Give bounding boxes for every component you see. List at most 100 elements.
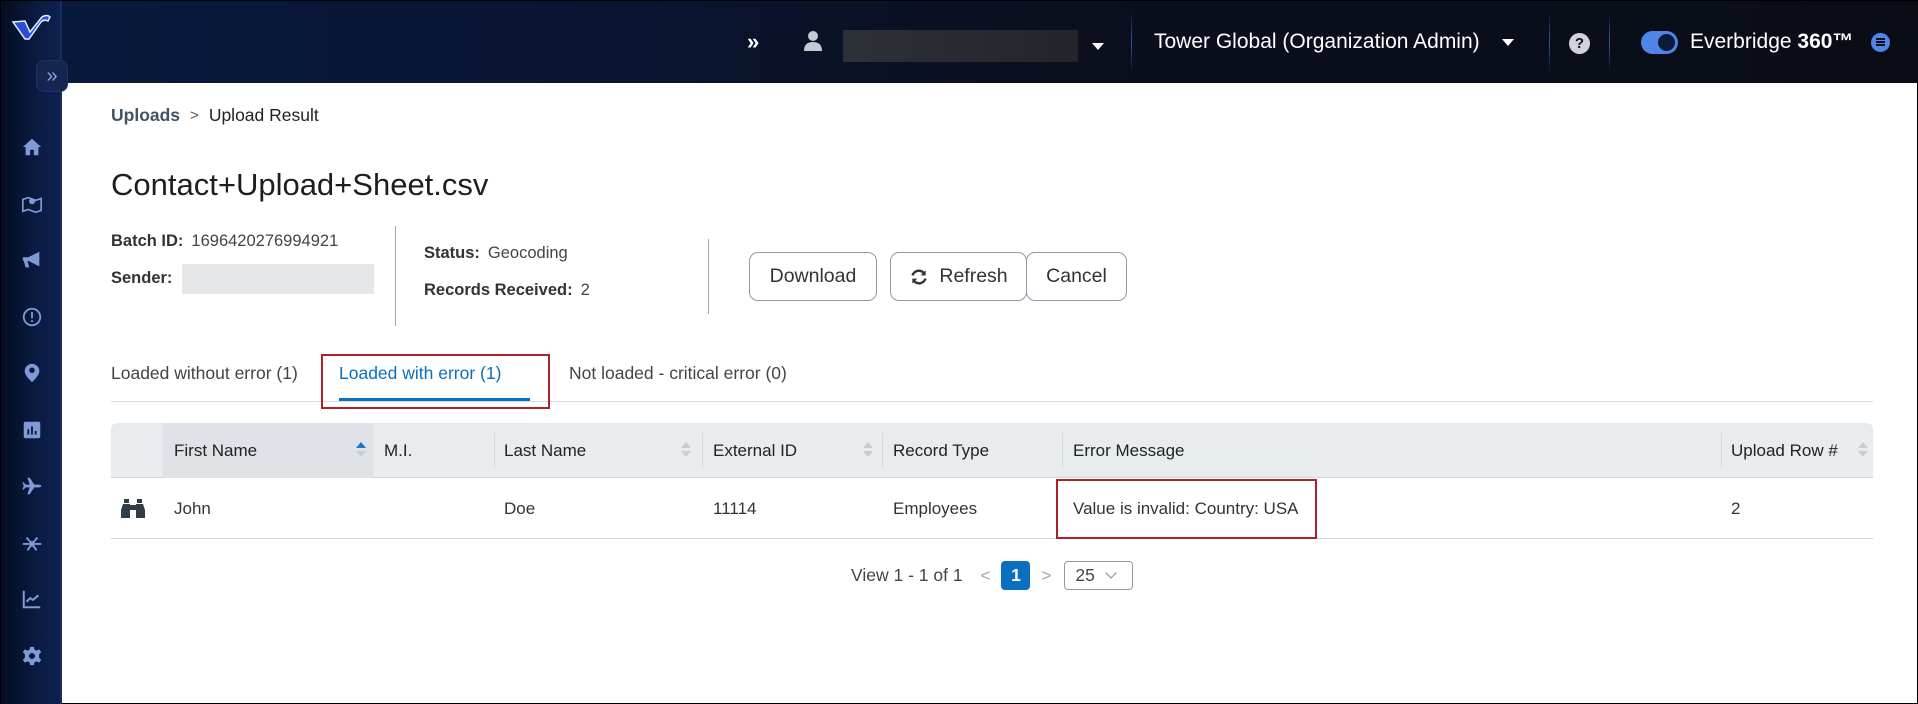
gear-icon bbox=[22, 646, 41, 665]
sort-asc-icon[interactable] bbox=[356, 442, 364, 457]
cancel-button[interactable]: Cancel bbox=[1026, 252, 1127, 301]
map-icon bbox=[21, 196, 42, 213]
column-divider bbox=[1721, 433, 1722, 468]
everbridge-logo[interactable] bbox=[11, 13, 51, 41]
cell-external-id: 11114 bbox=[713, 498, 757, 518]
sidebar-item-integrations[interactable] bbox=[1, 515, 62, 572]
column-external-id[interactable]: External ID bbox=[713, 423, 797, 478]
sort-icon[interactable] bbox=[863, 442, 871, 457]
cell-record-type: Employees bbox=[893, 498, 978, 518]
refresh-icon bbox=[911, 269, 928, 284]
column-error-message-label: Error Message bbox=[1073, 440, 1185, 460]
user-name-redacted bbox=[843, 30, 1078, 62]
column-divider bbox=[882, 433, 883, 468]
chevron-down-icon bbox=[1092, 42, 1104, 50]
top-navigation-bar: » Tower Global (Organization Admin) ? Ev… bbox=[1, 1, 1918, 83]
alert-circle-icon bbox=[22, 307, 41, 326]
table-header: First Name M.I. Last Name External ID Re… bbox=[111, 423, 1873, 478]
column-divider bbox=[494, 433, 495, 468]
everbridge-360-toggle-group: Everbridge 360™ bbox=[1641, 30, 1891, 54]
tab-loaded-without-error[interactable]: Loaded without error (1) bbox=[111, 363, 298, 384]
header-divider bbox=[1549, 11, 1550, 73]
column-divider bbox=[702, 433, 703, 468]
column-mi: M.I. bbox=[384, 423, 412, 478]
column-error-message: Error Message bbox=[1073, 423, 1184, 478]
column-upload-row[interactable]: Upload Row # bbox=[1731, 423, 1838, 478]
sort-icon[interactable] bbox=[1858, 442, 1866, 457]
sender-label: Sender: bbox=[111, 269, 173, 287]
network-icon bbox=[22, 536, 41, 551]
sidebar-item-locations[interactable] bbox=[1, 345, 62, 402]
more-icon[interactable]: » bbox=[747, 29, 759, 55]
next-page-button[interactable]: > bbox=[1041, 566, 1051, 586]
page-1-button[interactable]: 1 bbox=[1001, 561, 1031, 590]
column-record-type-label: Record Type bbox=[893, 440, 990, 460]
tab-not-loaded-critical-error[interactable]: Not loaded - critical error (0) bbox=[569, 363, 787, 384]
view-record-button[interactable] bbox=[121, 478, 145, 539]
organization-name: Tower Global (Organization Admin) bbox=[1154, 30, 1480, 53]
chevron-down-icon bbox=[1105, 567, 1117, 579]
breadcrumb: Uploads > Upload Result bbox=[111, 105, 319, 126]
info-divider bbox=[708, 239, 709, 314]
sidebar-expand-button[interactable]: » bbox=[36, 60, 68, 92]
column-record-type: Record Type bbox=[893, 423, 989, 478]
table-row: John Doe 11114 Employees Value is invali… bbox=[111, 478, 1873, 539]
column-first-name[interactable]: First Name bbox=[163, 423, 373, 478]
sidebar-item-analytics[interactable] bbox=[1, 571, 62, 628]
breadcrumb-uploads-link[interactable]: Uploads bbox=[111, 105, 180, 126]
download-button[interactable]: Download bbox=[749, 252, 877, 301]
column-external-id-label: External ID bbox=[713, 440, 798, 460]
home-icon bbox=[22, 139, 41, 156]
status-label: Status: bbox=[424, 244, 480, 262]
bar-chart-icon bbox=[23, 421, 40, 438]
map-pin-icon bbox=[24, 364, 39, 383]
column-last-name[interactable]: Last Name bbox=[504, 423, 586, 478]
main-content: Uploads > Upload Result Contact+Upload+S… bbox=[64, 83, 1917, 703]
sidebar-item-home[interactable] bbox=[1, 119, 62, 176]
sidebar-item-settings[interactable] bbox=[1, 628, 62, 685]
column-mi-label: M.I. bbox=[384, 440, 413, 460]
column-last-name-label: Last Name bbox=[504, 440, 587, 460]
everbridge-360-toggle[interactable] bbox=[1641, 30, 1678, 54]
help-icon: ? bbox=[1569, 33, 1590, 54]
airplane-icon bbox=[21, 478, 41, 495]
sidebar-item-notifications[interactable] bbox=[1, 232, 62, 289]
info-divider bbox=[395, 226, 396, 326]
sort-icon[interactable] bbox=[681, 442, 689, 457]
batch-info: Batch ID: 1696420276994921 Sender: bbox=[111, 223, 375, 297]
line-chart-icon bbox=[22, 591, 40, 609]
user-icon bbox=[804, 30, 822, 52]
column-upload-row-label: Upload Row # bbox=[1731, 440, 1838, 460]
sidebar-item-travel[interactable] bbox=[1, 458, 62, 515]
cell-last-name: Doe bbox=[504, 498, 536, 518]
sidebar-item-reports[interactable] bbox=[1, 402, 62, 459]
sidebar bbox=[1, 1, 62, 704]
megaphone-icon bbox=[22, 252, 39, 268]
help-button[interactable]: ? bbox=[1569, 33, 1590, 54]
organization-selector[interactable]: Tower Global (Organization Admin) bbox=[1154, 30, 1514, 54]
breadcrumb-separator: > bbox=[190, 107, 199, 124]
binoculars-icon bbox=[121, 498, 145, 518]
batch-id-label: Batch ID: bbox=[111, 232, 184, 250]
refresh-button[interactable]: Refresh bbox=[890, 252, 1027, 301]
pagination-summary: View 1 - 1 of 1 bbox=[851, 565, 963, 585]
page-size-select[interactable]: 25 bbox=[1064, 561, 1134, 590]
chevron-down-icon bbox=[1501, 38, 1514, 46]
page-title: Contact+Upload+Sheet.csv bbox=[111, 167, 489, 202]
results-table: First Name M.I. Last Name External ID Re… bbox=[111, 423, 1873, 539]
batch-id-value: 1696420276994921 bbox=[191, 232, 339, 250]
pagination: View 1 - 1 of 1 < 1 > 25 bbox=[851, 561, 1134, 590]
page-size-value: 25 bbox=[1075, 565, 1095, 585]
prev-page-button[interactable]: < bbox=[981, 566, 991, 586]
column-divider bbox=[1062, 433, 1063, 468]
header-divider bbox=[1609, 11, 1610, 73]
sidebar-item-incidents[interactable] bbox=[1, 289, 62, 346]
chat-icon[interactable] bbox=[1871, 32, 1891, 52]
user-menu[interactable] bbox=[843, 30, 1104, 62]
sender-value-redacted bbox=[182, 263, 375, 294]
product-name: Everbridge 360™ bbox=[1690, 30, 1854, 53]
column-first-name-label: First Name bbox=[174, 440, 258, 460]
sidebar-item-map[interactable] bbox=[1, 176, 62, 233]
refresh-label: Refresh bbox=[939, 265, 1008, 287]
cell-upload-row: 2 bbox=[1731, 498, 1741, 518]
